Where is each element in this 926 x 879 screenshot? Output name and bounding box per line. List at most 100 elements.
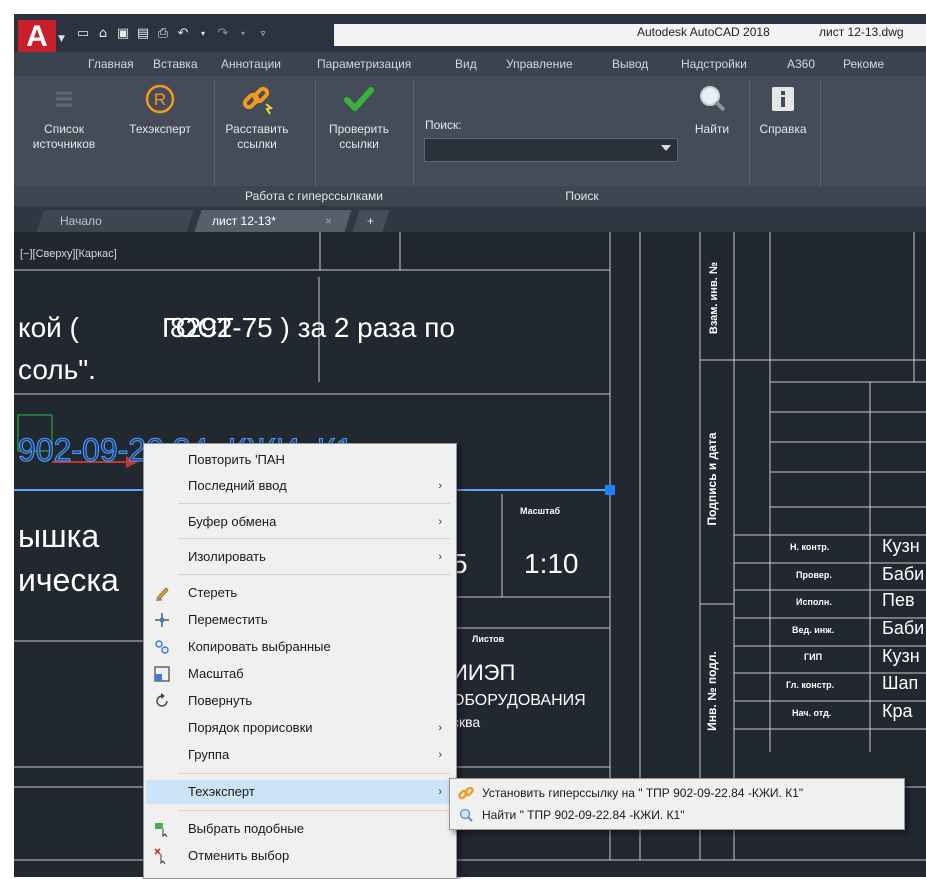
- person-name: Пев: [882, 590, 915, 610]
- tab-featured[interactable]: Рекоме: [843, 57, 884, 71]
- autocad-logo-button[interactable]: A: [18, 20, 56, 54]
- techexpert-button[interactable]: R Техэксперт: [120, 82, 200, 137]
- chevron-right-icon: ›: [438, 786, 442, 798]
- open-file-icon[interactable]: ⌂: [96, 27, 110, 41]
- list-icon: [47, 82, 81, 116]
- place-links-label: Расставить ссылки: [225, 122, 289, 151]
- tab-annotate[interactable]: Аннотации: [221, 57, 281, 71]
- menu-item-rotate[interactable]: Повернуть: [146, 689, 454, 713]
- find-button[interactable]: Найти: [686, 82, 738, 137]
- redo-dropdown-icon[interactable]: ▾: [236, 27, 250, 41]
- vertical-label-signature: Подпись и дата: [705, 432, 719, 526]
- menu-item-copy-selection[interactable]: Копировать выбранные: [146, 635, 454, 659]
- person-name: Кузн: [882, 536, 920, 556]
- grip-handle[interactable]: [605, 485, 615, 495]
- tab-manage[interactable]: Управление: [506, 57, 573, 71]
- new-file-icon[interactable]: ▭: [76, 27, 90, 41]
- file-tabs-bar: Начало лист 12-13* × +: [14, 206, 926, 232]
- help-label: Справка: [759, 122, 807, 136]
- search-label: Поиск:: [425, 118, 462, 132]
- ribbon-separator: [749, 80, 750, 196]
- menu-separator: [178, 503, 450, 504]
- menu-item-group[interactable]: Группа ›: [146, 743, 454, 767]
- chevron-right-icon: ›: [438, 722, 442, 734]
- tab-output[interactable]: Вывод: [612, 57, 648, 71]
- menu-item-draw-order[interactable]: Порядок прорисовки ›: [146, 716, 454, 740]
- submenu-item-find[interactable]: Найти " ТПР 902-09-22.84 -КЖИ. К1": [450, 804, 904, 826]
- group-label-search: Поиск: [565, 189, 599, 203]
- menu-item-select-similar[interactable]: Выбрать подобные: [146, 817, 454, 841]
- eraser-icon: [156, 587, 169, 601]
- menu-item-erase[interactable]: Стереть: [146, 581, 454, 605]
- rotate-icon: [156, 693, 168, 707]
- person-name: Баби: [882, 618, 925, 638]
- app-title: Autodesk AutoCAD 2018: [637, 25, 770, 39]
- menu-separator: [178, 574, 450, 575]
- sources-list-button[interactable]: Список источников: [28, 82, 100, 152]
- person-name: Баби: [882, 564, 925, 584]
- menu-item-clipboard[interactable]: Буфер обмена ›: [146, 510, 454, 534]
- role-label: Вед. инж.: [792, 625, 835, 635]
- menu-item-techexpert[interactable]: Техэксперт ›: [146, 780, 454, 804]
- svg-text:R: R: [154, 90, 166, 109]
- viewport-controls[interactable]: [−][Сверху][Каркас]: [20, 248, 117, 260]
- help-button[interactable]: Справка: [752, 82, 814, 137]
- checkmark-icon: [342, 82, 376, 116]
- menu-item-recent-input[interactable]: Последний ввод ›: [146, 474, 454, 498]
- ribbon-separator: [315, 80, 316, 196]
- tab-start-label: Начало: [60, 214, 102, 228]
- magnifier-icon: [695, 82, 729, 116]
- undo-dropdown-icon[interactable]: ▾: [196, 27, 210, 41]
- person-name: Кузн: [882, 646, 920, 666]
- menu-item-deselect[interactable]: Отменить выбор: [146, 844, 454, 868]
- close-icon[interactable]: ×: [325, 210, 332, 232]
- print-icon[interactable]: ⎙: [156, 27, 170, 41]
- select-similar-icon: [155, 823, 168, 837]
- drawing-text-line2: соль".: [18, 354, 96, 385]
- scale-icon: [154, 666, 170, 682]
- menu-separator: [178, 773, 450, 774]
- save-as-icon[interactable]: ▤: [136, 27, 150, 41]
- drawing-text-part-b: ическа: [18, 562, 119, 598]
- search-combobox[interactable]: [424, 138, 678, 162]
- file-title: лист 12-13.dwg: [819, 25, 904, 39]
- vertical-label-replacement: Взам. инв. №: [708, 261, 720, 335]
- tab-view[interactable]: Вид: [455, 57, 477, 71]
- tab-home[interactable]: Главная: [88, 57, 134, 71]
- title-bar: A ▼ ▭ ⌂ ▣ ▤ ⎙ ↶ ▾ ↷ ▾ ▿ Autodesk AutoCAD…: [14, 14, 926, 54]
- org-name: ИИЭП: [452, 660, 516, 685]
- tab-drawing-label: лист 12-13*: [212, 214, 276, 228]
- quick-access-toolbar: ▭ ⌂ ▣ ▤ ⎙ ↶ ▾ ↷ ▾ ▿: [76, 25, 270, 43]
- search-icon: [459, 808, 473, 822]
- role-label: Нач. отд.: [792, 708, 832, 718]
- undo-icon[interactable]: ↶: [176, 27, 190, 41]
- app-menu-chevron-icon[interactable]: ▼: [58, 34, 65, 44]
- tab-drawing[interactable]: лист 12-13* ×: [194, 210, 352, 232]
- menu-item-isolate[interactable]: Изолировать ›: [146, 545, 454, 569]
- new-tab-button[interactable]: +: [352, 210, 390, 232]
- menu-item-scale[interactable]: Масштаб: [146, 662, 454, 686]
- tab-start[interactable]: Начало: [36, 210, 194, 232]
- scale-label: Масштаб: [520, 506, 561, 516]
- vertical-label-inventory: Инв. № подл.: [705, 651, 719, 731]
- redo-icon[interactable]: ↷: [216, 27, 230, 41]
- menu-item-move[interactable]: Переместить: [146, 608, 454, 632]
- submenu-item-set-hyperlink[interactable]: Установить гиперссылку на " ТПР 902-09-2…: [450, 782, 904, 804]
- ribbon-separator: [820, 80, 821, 196]
- save-icon[interactable]: ▣: [116, 27, 130, 41]
- group-label-hyperlinks: Работа с гиперссылками: [245, 189, 383, 203]
- tab-a360[interactable]: A360: [787, 57, 815, 71]
- check-links-button[interactable]: Проверить ссылки: [318, 82, 400, 152]
- customize-qat-icon[interactable]: ▿: [256, 27, 270, 41]
- find-label: Найти: [694, 122, 730, 136]
- role-label: ГИП: [804, 652, 823, 662]
- chevron-down-icon[interactable]: [661, 145, 671, 151]
- tab-parametric[interactable]: Параметризация: [317, 57, 411, 71]
- menu-item-repeat[interactable]: Повторить 'ПАН: [146, 448, 454, 472]
- tab-insert[interactable]: Вставка: [153, 57, 198, 71]
- person-name: Шап: [882, 673, 919, 693]
- role-label: Исполн.: [796, 597, 832, 607]
- chevron-right-icon: ›: [438, 516, 442, 528]
- tab-addins[interactable]: Надстройки: [681, 57, 747, 71]
- place-links-button[interactable]: Расставить ссылки: [218, 82, 296, 152]
